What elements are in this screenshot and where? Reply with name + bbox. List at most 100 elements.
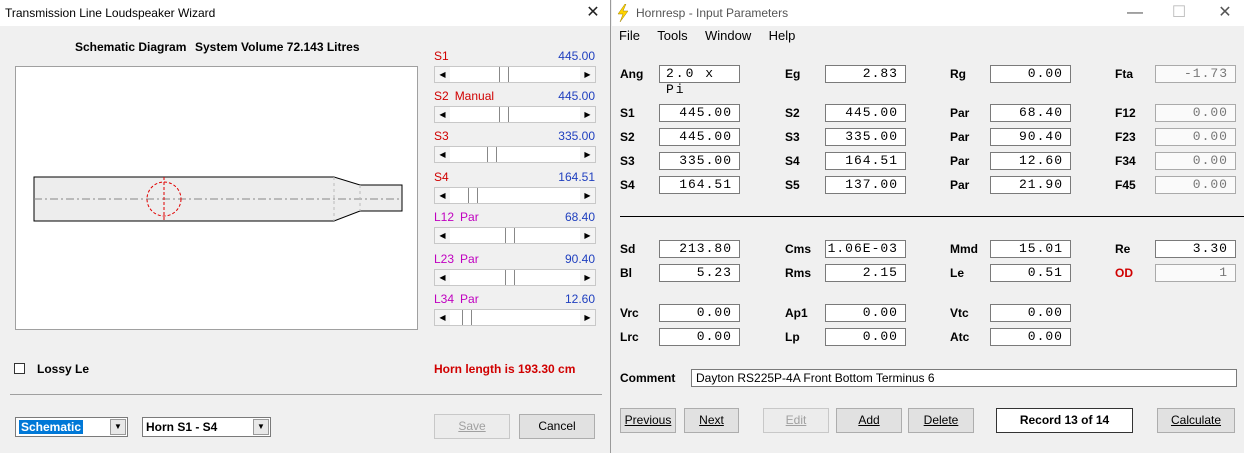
param-field-re[interactable]: 3.30 xyxy=(1155,240,1236,258)
scrollbar-thumb[interactable] xyxy=(468,188,479,203)
param-field-par[interactable]: 68.40 xyxy=(990,104,1071,122)
param-field-s1[interactable]: 445.00 xyxy=(659,104,740,122)
cancel-button[interactable]: Cancel xyxy=(519,414,595,439)
slider-s4-scrollbar[interactable]: ◀ ▶ xyxy=(434,187,596,204)
param-field-par[interactable]: 21.90 xyxy=(990,176,1071,194)
slider-l12-scrollbar[interactable]: ◀ ▶ xyxy=(434,227,596,244)
param-field-mmd[interactable]: 15.01 xyxy=(990,240,1071,258)
arrow-left-icon[interactable]: ◀ xyxy=(435,188,450,203)
delete-button[interactable]: Delete xyxy=(908,408,974,433)
param-field-s2[interactable]: 445.00 xyxy=(825,104,906,122)
menu-file[interactable]: File xyxy=(619,28,640,43)
view-combo[interactable]: Schematic ▼ xyxy=(15,417,128,437)
menu-tools[interactable]: Tools xyxy=(657,28,687,43)
param-field-s4[interactable]: 164.51 xyxy=(825,152,906,170)
arrow-left-icon[interactable]: ◀ xyxy=(435,147,450,162)
param-field-bl[interactable]: 5.23 xyxy=(659,264,740,282)
save-button[interactable]: Save xyxy=(434,414,510,439)
calculate-label: Calculate xyxy=(1170,413,1222,427)
scrollbar-thumb[interactable] xyxy=(504,228,515,243)
record-indicator: Record 13 of 14 xyxy=(996,408,1133,433)
scrollbar-track[interactable] xyxy=(450,228,580,243)
slider-l23-scrollbar[interactable]: ◀ ▶ xyxy=(434,269,596,286)
arrow-right-icon[interactable]: ▶ xyxy=(580,67,595,82)
arrow-right-icon[interactable]: ▶ xyxy=(580,228,595,243)
scrollbar-thumb[interactable] xyxy=(504,270,515,285)
scrollbar-thumb[interactable] xyxy=(498,67,509,82)
scrollbar-track[interactable] xyxy=(450,270,580,285)
param-label-vrc: Vrc xyxy=(620,306,639,320)
param-field-cms[interactable]: 1.06E-03 xyxy=(825,240,906,258)
param-field-par[interactable]: 90.40 xyxy=(990,128,1071,146)
param-field-lp[interactable]: 0.00 xyxy=(825,328,906,346)
scrollbar-thumb[interactable] xyxy=(486,147,497,162)
system-volume: System Volume 72.143 Litres xyxy=(195,40,360,54)
arrow-right-icon[interactable]: ▶ xyxy=(580,188,595,203)
horn-length-text: Horn length is 193.30 cm xyxy=(434,362,576,376)
slider-s2-scrollbar[interactable]: ◀ ▶ xyxy=(434,106,596,123)
param-field-s2[interactable]: 445.00 xyxy=(659,128,740,146)
menu-window[interactable]: Window xyxy=(705,28,751,43)
param-field-par[interactable]: 12.60 xyxy=(990,152,1071,170)
scrollbar-track[interactable] xyxy=(450,147,580,162)
edit-button[interactable]: Edit xyxy=(763,408,829,433)
comment-field[interactable]: Dayton RS225P-4A Front Bottom Terminus 6 xyxy=(691,369,1237,387)
arrow-right-icon[interactable]: ▶ xyxy=(580,107,595,122)
arrow-right-icon[interactable]: ▶ xyxy=(580,147,595,162)
scrollbar-track[interactable] xyxy=(450,67,580,82)
param-field-eg[interactable]: 2.83 xyxy=(825,65,906,83)
param-field-vrc[interactable]: 0.00 xyxy=(659,304,740,322)
param-label-f23: F23 xyxy=(1115,130,1136,144)
param-field-lrc[interactable]: 0.00 xyxy=(659,328,740,346)
scrollbar-track[interactable] xyxy=(450,107,580,122)
next-button[interactable]: Next xyxy=(684,408,739,433)
arrow-right-icon[interactable]: ▶ xyxy=(580,270,595,285)
arrow-left-icon[interactable]: ◀ xyxy=(435,107,450,122)
slider-value: 68.40 xyxy=(564,210,595,224)
param-field-rg[interactable]: 0.00 xyxy=(990,65,1071,83)
arrow-left-icon[interactable]: ◀ xyxy=(435,270,450,285)
horn-combo[interactable]: Horn S1 - S4 ▼ xyxy=(142,417,271,437)
param-field-fta[interactable]: -1.73 xyxy=(1155,65,1236,83)
scrollbar-thumb[interactable] xyxy=(498,107,509,122)
previous-button[interactable]: Previous xyxy=(620,408,676,433)
param-field-s3[interactable]: 335.00 xyxy=(659,152,740,170)
slider-s3-scrollbar[interactable]: ◀ ▶ xyxy=(434,146,596,163)
param-field-le[interactable]: 0.51 xyxy=(990,264,1071,282)
param-field-od[interactable]: 1 xyxy=(1155,264,1236,282)
arrow-right-icon[interactable]: ▶ xyxy=(580,310,595,325)
arrow-left-icon[interactable]: ◀ xyxy=(435,67,450,82)
param-field-s4[interactable]: 164.51 xyxy=(659,176,740,194)
param-field-atc[interactable]: 0.00 xyxy=(990,328,1071,346)
arrow-left-icon[interactable]: ◀ xyxy=(435,310,450,325)
calculate-button[interactable]: Calculate xyxy=(1157,408,1235,433)
param-field-sd[interactable]: 213.80 xyxy=(659,240,740,258)
slider-s1-scrollbar[interactable]: ◀ ▶ xyxy=(434,66,596,83)
param-field-ang[interactable]: 2.0 x Pi xyxy=(659,65,740,97)
param-field-s5[interactable]: 137.00 xyxy=(825,176,906,194)
param-field-s3[interactable]: 335.00 xyxy=(825,128,906,146)
arrow-left-icon[interactable]: ◀ xyxy=(435,228,450,243)
lossy-le-checkbox[interactable] xyxy=(14,363,25,374)
param-label-s4: S4 xyxy=(620,178,635,192)
slider-value: 445.00 xyxy=(558,89,595,103)
param-field-ap1[interactable]: 0.00 xyxy=(825,304,906,322)
slider-name: S4 xyxy=(434,170,449,184)
wizard-close-icon[interactable]: ✕ xyxy=(578,2,608,24)
add-button[interactable]: Add xyxy=(836,408,902,433)
param-label-s3: S3 xyxy=(785,130,800,144)
scrollbar-thumb[interactable] xyxy=(462,310,473,325)
slider-l34-scrollbar[interactable]: ◀ ▶ xyxy=(434,309,596,326)
param-field-f34[interactable]: 0.00 xyxy=(1155,152,1236,170)
menu-help[interactable]: Help xyxy=(769,28,796,43)
minimize-icon[interactable]: — xyxy=(1120,2,1150,24)
param-field-vtc[interactable]: 0.00 xyxy=(990,304,1071,322)
param-field-f23[interactable]: 0.00 xyxy=(1155,128,1236,146)
param-field-f12[interactable]: 0.00 xyxy=(1155,104,1236,122)
param-field-f45[interactable]: 0.00 xyxy=(1155,176,1236,194)
param-field-rms[interactable]: 2.15 xyxy=(825,264,906,282)
maximize-icon[interactable]: ☐ xyxy=(1164,2,1194,24)
hornresp-close-icon[interactable]: ✕ xyxy=(1210,2,1240,24)
wizard-window: Transmission Line Loudspeaker Wizard ✕ S… xyxy=(0,0,611,453)
param-label-lp: Lp xyxy=(785,330,800,344)
